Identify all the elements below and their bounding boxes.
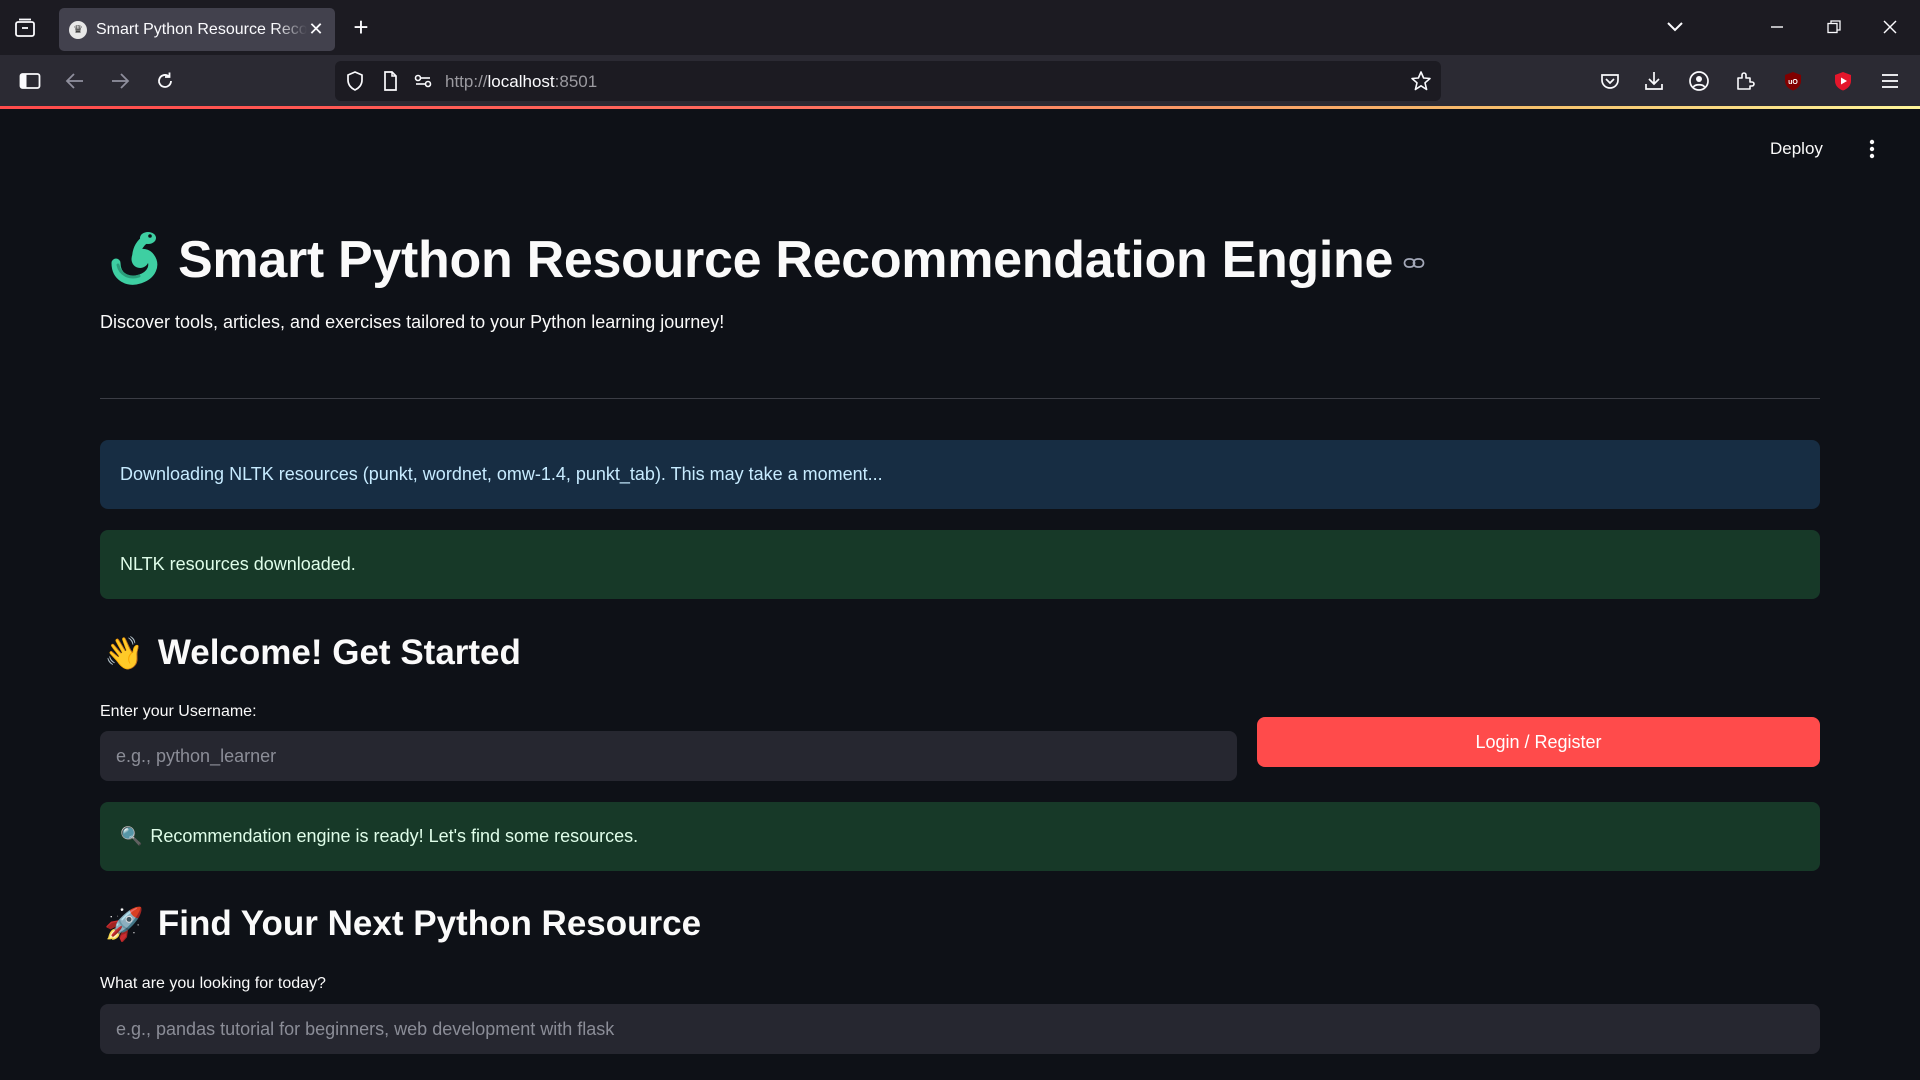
magnifier-icon: 🔍	[120, 826, 143, 846]
page-title: Smart Python Resource Recommendation Eng…	[178, 231, 1394, 289]
login-register-button[interactable]: Login / Register	[1257, 717, 1820, 767]
section-divider	[100, 398, 1820, 399]
permissions-icon[interactable]	[411, 69, 435, 98]
welcome-heading: 👋 Welcome! Get Started	[104, 633, 521, 673]
url-host: localhost	[487, 72, 555, 91]
username-input[interactable]	[100, 731, 1237, 781]
find-resource-heading: 🚀 Find Your Next Python Resource	[104, 904, 701, 944]
browser-tab-active[interactable]: ♛ Smart Python Resource Recommendation E…	[59, 8, 335, 51]
welcome-heading-text: Welcome! Get Started	[157, 633, 521, 672]
link-anchor-icon[interactable]	[1403, 256, 1425, 275]
snake-icon	[106, 229, 164, 292]
pocket-icon[interactable]	[1597, 68, 1623, 94]
query-label: What are you looking for today?	[100, 975, 326, 992]
streamlit-crown-icon: ♛	[69, 20, 87, 39]
nltk-downloaded-success-alert: NLTK resources downloaded.	[100, 530, 1820, 599]
query-input[interactable]	[100, 1004, 1820, 1054]
back-arrow-icon[interactable]	[62, 68, 88, 94]
url-port: :8501	[554, 72, 598, 91]
svg-text:uO: uO	[1788, 79, 1798, 86]
alert-message: Recommendation engine is ready! Let's fi…	[150, 826, 639, 846]
restore-icon[interactable]	[1821, 14, 1847, 40]
engine-ready-success-alert: 🔍 Recommendation engine is ready! Let's …	[100, 802, 1820, 871]
tab-overflow-chevron-icon[interactable]	[1662, 14, 1688, 40]
downloads-icon[interactable]	[1641, 68, 1667, 94]
hamburger-menu-icon[interactable]	[1877, 68, 1903, 94]
address-bar[interactable]: http://localhost:8501	[335, 61, 1441, 101]
minimize-icon[interactable]	[1764, 14, 1790, 40]
new-tab-button[interactable]: +	[348, 14, 374, 40]
bookmark-star-icon[interactable]	[1409, 69, 1433, 98]
url-scheme: http://	[445, 72, 488, 91]
app-page: Deploy Smart Python Resource Recommendat…	[0, 109, 1920, 1080]
find-resource-heading-text: Find Your Next Python Resource	[157, 904, 702, 943]
tab-close-icon[interactable]: ✕	[307, 19, 325, 40]
extensions-puzzle-icon[interactable]	[1732, 68, 1758, 94]
page-info-icon[interactable]	[378, 69, 402, 98]
reload-icon[interactable]	[152, 68, 178, 94]
youtube-extension-icon[interactable]	[1830, 68, 1856, 94]
alert-message: Downloading NLTK resources (punkt, wordn…	[120, 464, 883, 484]
ublock-origin-icon[interactable]: uO	[1780, 68, 1806, 94]
browser-tab-bar: ♛ Smart Python Resource Recommendation E…	[0, 0, 1920, 55]
account-icon[interactable]	[1686, 68, 1712, 94]
page-header: Smart Python Resource Recommendation Eng…	[106, 225, 1425, 295]
tab-list-icon[interactable]	[12, 15, 38, 41]
tracking-shield-icon[interactable]	[343, 69, 367, 98]
sidebar-toggle-icon[interactable]	[17, 68, 43, 94]
url-text[interactable]: http://localhost:8501	[445, 72, 597, 92]
tab-title: Smart Python Resource Recommendation Eng…	[96, 20, 308, 38]
page-subtitle: Discover tools, articles, and exercises …	[100, 312, 725, 332]
browser-nav-bar: http://localhost:8501 uO	[0, 55, 1920, 107]
waving-hand-icon: 👋	[104, 635, 144, 671]
nltk-download-info-alert: Downloading NLTK resources (punkt, wordn…	[100, 440, 1820, 509]
rocket-icon: 🚀	[104, 906, 144, 942]
alert-message: NLTK resources downloaded.	[120, 554, 356, 574]
close-window-icon[interactable]	[1877, 14, 1903, 40]
deploy-button[interactable]: Deploy	[1770, 139, 1823, 159]
forward-arrow-icon[interactable]	[107, 68, 133, 94]
username-label: Enter your Username:	[100, 703, 257, 720]
main-menu-kebab-icon[interactable]	[1862, 137, 1882, 161]
